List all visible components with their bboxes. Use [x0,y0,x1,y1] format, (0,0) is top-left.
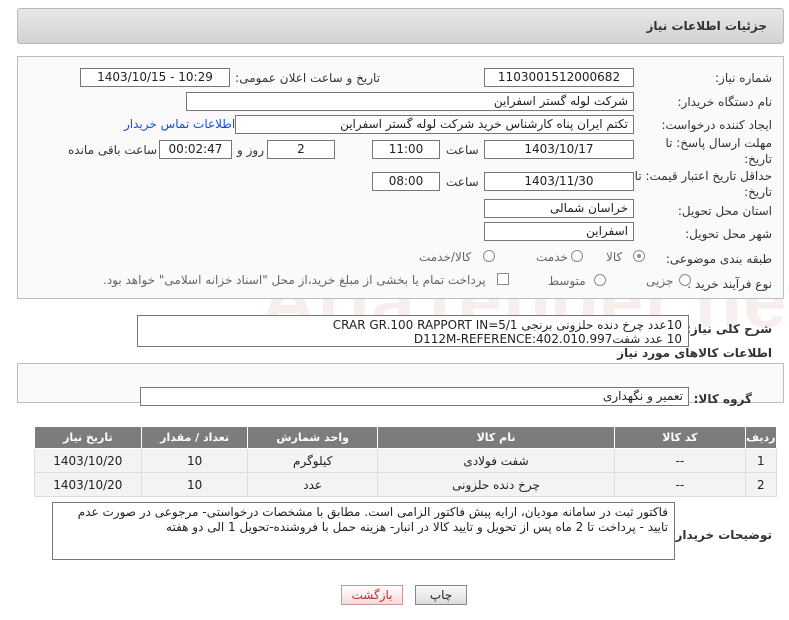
purchase-radio-medium[interactable] [594,274,606,286]
col-header-row: ردیف [744,426,778,449]
cell-date: 1403/10/20 [34,448,142,473]
goods-group-label: گروه کالا: [693,392,752,406]
purchase-option-medium: متوسط [548,274,586,288]
category-option-service: خدمت [536,250,568,264]
page-header: جزئیات اطلاعات نیاز [17,8,784,44]
announce-datetime-label: تاریخ و ساعت اعلان عمومی: [235,71,380,85]
price-validity-label: حداقل تاریخ اعتبار قیمت: تا تاریخ: [634,169,772,199]
print-button[interactable]: چاپ [415,585,467,605]
category-radio-goods[interactable] [633,250,645,262]
category-radio-goods-service[interactable] [483,250,495,262]
goods-group-field: تعمیر و نگهداری [140,387,689,406]
treasury-payment-note: پرداخت تمام یا بخشی از مبلغ خرید،از محل … [103,273,486,287]
page-title: جزئیات اطلاعات نیاز [646,19,767,33]
purchase-option-minor: جزیی [646,274,674,288]
price-validity-time: 08:00 [372,172,440,191]
treasury-payment-checkbox[interactable] [497,273,509,285]
cell-qty: 10 [140,472,249,497]
need-number-label: شماره نیاز: [715,71,772,85]
remaining-time-label: ساعت باقی مانده [68,143,158,157]
buyer-contact-link[interactable]: اطلاعات تماس خریدار [124,117,235,131]
price-validity-time-label: ساعت [446,175,479,189]
goods-table: ردیف کد کالا نام کالا واحد شمارش تعداد /… [34,426,778,497]
description-textarea[interactable]: 10عدد چرخ دنده حلزونی برنجی CRAR GR.100 … [137,315,689,347]
col-header-name: نام کالا [376,426,616,449]
cell-unit: عدد [247,472,378,497]
requester-label: ایجاد کننده درخواست: [661,118,772,132]
category-label: طبقه بندی موضوعی: [665,252,772,266]
col-header-qty: تعداد / مقدار [140,426,249,449]
cell-idx: 1 [744,448,778,473]
province-label: استان محل تحویل: [677,204,772,218]
reply-deadline-time-label: ساعت [446,143,479,157]
table-row: 2 -- چرخ دنده حلزونی عدد 10 1403/10/20 [34,472,778,497]
reply-deadline-date: 1403/10/17 [484,140,634,159]
cell-qty: 10 [140,448,249,473]
cell-unit: کیلوگرم [247,448,378,473]
col-header-code: کد کالا [614,426,746,449]
goods-table-header: ردیف کد کالا نام کالا واحد شمارش تعداد /… [34,426,778,449]
table-row: 1 -- شفت فولادی کیلوگرم 10 1403/10/20 [34,448,778,473]
city-label: شهر محل تحویل: [685,227,772,241]
requester-field: تکتم ایران پناه کارشناس خرید شرکت لوله گ… [235,115,634,134]
city-field: اسفراین [484,222,634,241]
cell-code: -- [614,448,746,473]
remaining-time-field: 00:02:47 [159,140,232,159]
buyer-org-label: نام دستگاه خریدار: [677,95,773,109]
buyer-notes-label: توضیحات خریدار: [670,528,772,542]
category-radio-service[interactable] [571,250,583,262]
category-option-goods: کالا [606,250,623,264]
cell-name: چرخ دنده حلزونی [376,472,616,497]
reply-days-field: 2 [267,140,335,159]
price-validity-date: 1403/11/30 [484,172,634,191]
buyer-notes-textarea[interactable]: فاکتور ثبت در سامانه مودیان، ارایه پیش ف… [52,502,675,560]
cell-name: شفت فولادی [376,448,616,473]
description-line-1: 10عدد چرخ دنده حلزونی برنجی CRAR GR.100 … [332,318,682,332]
description-line-2: 10 عدد شفتD112M-REFERENCE:402.010.997 [413,332,682,346]
cell-code: -- [614,472,746,497]
reply-days-label: روز و [237,143,264,157]
goods-section-title: اطلاعات کالاهای مورد نیاز [617,346,772,360]
reply-deadline-time: 11:00 [372,140,440,159]
reply-deadline-label: مهلت ارسال پاسخ: تا تاریخ: [665,136,772,166]
back-button[interactable]: بازگشت [341,585,403,605]
category-option-goods-service: کالا/خدمت [419,250,472,264]
purchase-type-label: نوع فرآیند خرید : [687,277,772,291]
need-number-field: 1103001512000682 [484,68,634,87]
announce-datetime-field: 1403/10/15 - 10:29 [80,68,230,87]
cell-idx: 2 [744,472,778,497]
col-header-unit: واحد شمارش [247,426,378,449]
province-field: خراسان شمالی [484,199,634,218]
col-header-date: تاریخ نیاز [34,426,142,449]
purchase-radio-minor[interactable] [679,274,691,286]
cell-date: 1403/10/20 [34,472,142,497]
description-label: شرح کلی نیاز: [686,322,772,336]
buyer-org-field: شرکت لوله گستر اسفراین [186,92,634,111]
